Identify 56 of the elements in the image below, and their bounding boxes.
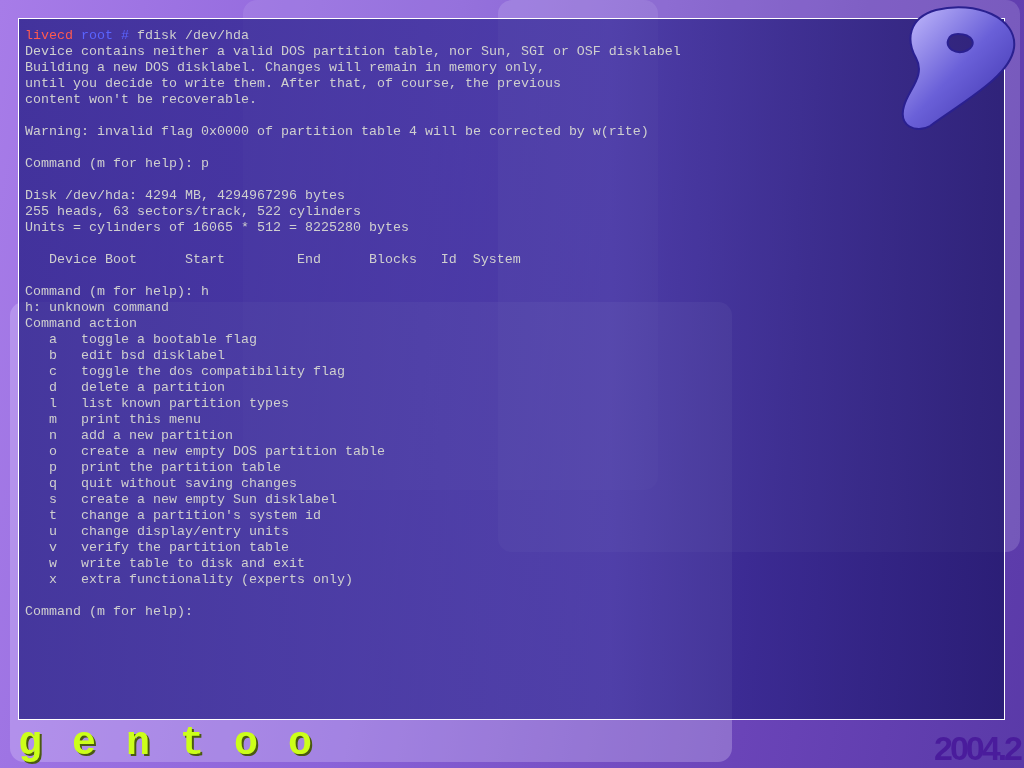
- console-line: Building a new DOS disklabel. Changes will remain in memory only,: [25, 60, 545, 76]
- console-line: h: unknown command: [25, 300, 169, 316]
- menu-key: x: [49, 572, 57, 587]
- prompt-user: root: [81, 28, 113, 44]
- menu-action: create a new empty Sun disklabel: [80, 492, 337, 508]
- menu-key: o: [49, 444, 57, 459]
- gentoo-logo: gentoo: [18, 726, 343, 762]
- menu-action: list known partition types: [80, 396, 289, 412]
- column-header: End: [296, 252, 321, 267]
- menu-key: c: [49, 364, 57, 379]
- menu-key: d: [49, 380, 57, 395]
- console-line: Device contains neither a valid DOS partition table, nor Sun, SGI or OSF disklabel: [25, 44, 681, 60]
- console-line: Command action: [25, 316, 137, 332]
- column-header: Blocks: [368, 252, 417, 267]
- command-text: fdisk /dev/hda: [137, 28, 249, 44]
- menu-action: change a partition's system id: [80, 508, 321, 524]
- prompt-host: livecd: [25, 28, 73, 44]
- menu-action: change display/entry units: [80, 524, 289, 540]
- prompt-symbol: #: [121, 28, 129, 44]
- console-line: until you decide to write them. After that, of course, the previous: [25, 76, 561, 92]
- menu-key: l: [49, 396, 57, 411]
- console-line: Command (m for help):: [25, 604, 193, 620]
- console-line: Warning: invalid flag 0x0000 of partition table 4 will be corrected by w(rite): [25, 124, 649, 140]
- menu-action: toggle a bootable flag: [80, 332, 257, 348]
- console-line: Command (m for help): h: [25, 284, 209, 300]
- menu-key: m: [49, 412, 57, 427]
- menu-action: extra functionality (experts only): [80, 572, 353, 588]
- menu-key: w: [49, 556, 57, 571]
- menu-key: t: [49, 508, 57, 523]
- menu-action: edit bsd disklabel: [80, 348, 225, 364]
- column-header: Device Boot: [49, 252, 137, 267]
- menu-key: n: [49, 428, 57, 443]
- menu-action: verify the partition table: [80, 540, 289, 556]
- column-header: Id: [440, 252, 457, 267]
- menu-key: a: [49, 332, 57, 347]
- console-line: content won't be recoverable.: [25, 92, 257, 108]
- console-line: Units = cylinders of 16065 * 512 = 8225280 bytes: [25, 220, 409, 236]
- console-line: Command (m for help): p: [25, 156, 209, 172]
- menu-key: s: [49, 492, 57, 507]
- menu-action: print this menu: [80, 412, 201, 428]
- menu-action: print the partition table: [80, 460, 281, 476]
- menu-action: delete a partition: [80, 380, 225, 396]
- column-header: System: [472, 252, 521, 267]
- console-line: Disk /dev/hda: 4294 MB, 4294967296 bytes: [25, 188, 345, 204]
- menu-key: q: [49, 476, 57, 491]
- menu-key: p: [49, 460, 57, 475]
- menu-action: add a new partition: [80, 428, 233, 444]
- menu-key: u: [49, 524, 57, 539]
- menu-action: create a new empty DOS partition table: [80, 444, 385, 460]
- console-line: 255 heads, 63 sectors/track, 522 cylinders: [25, 204, 361, 220]
- menu-key: b: [49, 348, 57, 363]
- menu-action: toggle the dos compatibility flag: [80, 364, 345, 380]
- menu-action: quit without saving changes: [80, 476, 297, 492]
- menu-action: write table to disk and exit: [80, 556, 305, 572]
- column-header: Start: [184, 252, 225, 267]
- menu-key: v: [49, 540, 57, 555]
